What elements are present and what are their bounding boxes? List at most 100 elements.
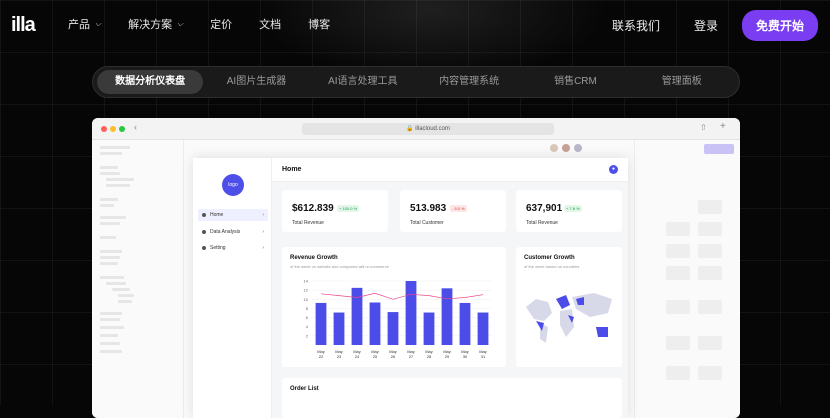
chart-bar: [333, 312, 345, 345]
nav-item-label: 博客: [308, 19, 331, 31]
x-tick-label: 31: [481, 354, 486, 359]
sidebar-item-label: Data Analysis: [210, 229, 241, 235]
tab-sales-crm[interactable]: 销售CRM: [522, 70, 628, 94]
editor-placeholder-line: [100, 204, 114, 207]
component-tile: [666, 300, 690, 314]
nav-item-label: 产品: [68, 19, 90, 31]
editor-placeholder-line: [106, 184, 130, 187]
stat-label: Total Customer: [410, 220, 444, 226]
maximize-dot-icon[interactable]: [119, 126, 125, 132]
nav-item-blog[interactable]: 博客: [308, 16, 330, 32]
chevron-right-icon: ›: [262, 229, 264, 235]
stat-delta: + 100.0 %: [337, 205, 360, 212]
nav-item-label: 解决方案: [128, 19, 173, 31]
chart-bar: [405, 281, 417, 345]
lock-icon: 🔒: [406, 126, 416, 132]
contact-link[interactable]: 联系我们: [612, 17, 660, 34]
back-arrow-icon[interactable]: ‹: [134, 122, 137, 132]
editor-placeholder-line: [100, 250, 122, 253]
chart-bar: [441, 288, 453, 345]
editor-placeholder-line: [100, 262, 118, 265]
url-text: illacloud.com: [415, 126, 450, 132]
editor-placeholder-line: [106, 282, 126, 285]
sidebar-item-data-analysis[interactable]: Data Analysis ›: [198, 226, 268, 238]
address-bar[interactable]: 🔒 illacloud.com: [302, 123, 554, 135]
x-tick-label: 24: [355, 354, 360, 359]
stat-label: Total Revenue: [292, 220, 324, 226]
tab-ai-language[interactable]: AI语言处理工具: [310, 70, 416, 94]
home-icon: [202, 213, 206, 217]
map-region: [560, 309, 574, 337]
editor-placeholder-line: [118, 294, 134, 297]
collaborator-avatar: [562, 144, 570, 152]
chevron-right-icon: ›: [262, 245, 264, 251]
start-free-button[interactable]: 免费开始: [741, 10, 818, 41]
stat-value: $612.839: [292, 203, 334, 214]
editor-placeholder-line: [100, 152, 122, 155]
brand-logo[interactable]: illa: [11, 14, 36, 37]
y-tick-label: 8: [306, 306, 309, 311]
map-region: [526, 299, 552, 321]
map-region-highlight: [556, 295, 570, 309]
editor-placeholder-line: [100, 276, 124, 279]
close-dot-icon[interactable]: [101, 126, 107, 132]
stat-label: Total Revenue: [526, 220, 558, 226]
login-link[interactable]: 登录: [694, 17, 718, 34]
tab-admin-panel[interactable]: 管理面板: [629, 70, 735, 94]
editor-placeholder-line: [100, 342, 120, 345]
editor-placeholder-line: [112, 288, 130, 291]
minimize-dot-icon[interactable]: [110, 126, 116, 132]
chevron-right-icon: ›: [262, 212, 264, 218]
nav-item-pricing[interactable]: 定价: [210, 16, 232, 32]
stat-card-customer: 513.983 - 5.0 % Total Customer: [400, 190, 506, 232]
nav-item-products[interactable]: 产品 ⌵: [68, 16, 101, 32]
new-tab-icon[interactable]: +: [720, 121, 726, 132]
tab-cms[interactable]: 内容管理系统: [416, 70, 522, 94]
customer-growth-card: Customer Growth of the week based on cou…: [516, 247, 622, 367]
component-tile: [666, 244, 690, 258]
nav-item-solutions[interactable]: 解决方案 ⌵: [128, 16, 183, 32]
nav-item-label: 文档: [259, 19, 282, 31]
revenue-growth-card: Revenue Growth of the week on website an…: [282, 247, 506, 367]
stat-delta: - 5.0 %: [450, 205, 467, 212]
nav-menu: 产品 ⌵ 解决方案 ⌵ 定价 文档 博客: [68, 16, 330, 32]
editor-placeholder-line: [100, 166, 118, 169]
editor-placeholder-line: [100, 318, 120, 321]
share-icon[interactable]: ⇧: [700, 123, 707, 132]
y-tick-label: 12: [304, 288, 309, 293]
app-preview: logo Home › Data Analysis › Setting › Home …: [193, 158, 628, 418]
y-tick-label: 2: [306, 333, 309, 338]
stat-card-revenue: $612.839 + 100.0 % Total Revenue: [282, 190, 388, 232]
page-title: Home: [282, 166, 302, 173]
x-tick-label: 30: [463, 354, 468, 359]
component-tile: [698, 244, 722, 258]
collaborator-avatar: [550, 144, 558, 152]
y-tick-label: 10: [304, 297, 309, 302]
editor-placeholder-line: [100, 146, 130, 149]
editor-placeholder-line: [100, 222, 120, 225]
tab-data-dashboard[interactable]: 数据分析仪表盘: [97, 70, 204, 94]
nav-item-docs[interactable]: 文档: [259, 16, 281, 32]
editor-placeholder-line: [106, 178, 134, 181]
sidebar-item-setting[interactable]: Setting ›: [198, 242, 268, 254]
chart-bar: [369, 302, 381, 345]
stat-value: 637,901: [526, 203, 563, 214]
tab-ai-image[interactable]: AI图片生成器: [203, 70, 309, 94]
browser-toolbar: ‹ 🔒 illacloud.com ⇧ +: [92, 118, 740, 140]
component-tile: [666, 266, 690, 280]
component-tile: [698, 200, 722, 214]
stat-value: 513.983: [410, 203, 447, 214]
map-region-highlight: [596, 327, 608, 337]
component-tile: [666, 366, 690, 380]
chart-bar: [477, 312, 489, 345]
sidebar-item-home[interactable]: Home ›: [198, 209, 268, 221]
notification-icon[interactable]: ●: [609, 165, 618, 174]
component-tile: [698, 366, 722, 380]
chart-bar: [459, 302, 471, 345]
nav-item-label: 定价: [210, 19, 233, 31]
collaborator-avatar: [574, 144, 582, 152]
x-tick-label: 26: [391, 354, 396, 359]
component-tile: [698, 300, 722, 314]
sidebar-item-label: Setting: [210, 245, 226, 251]
editor-action-button: [704, 144, 734, 154]
